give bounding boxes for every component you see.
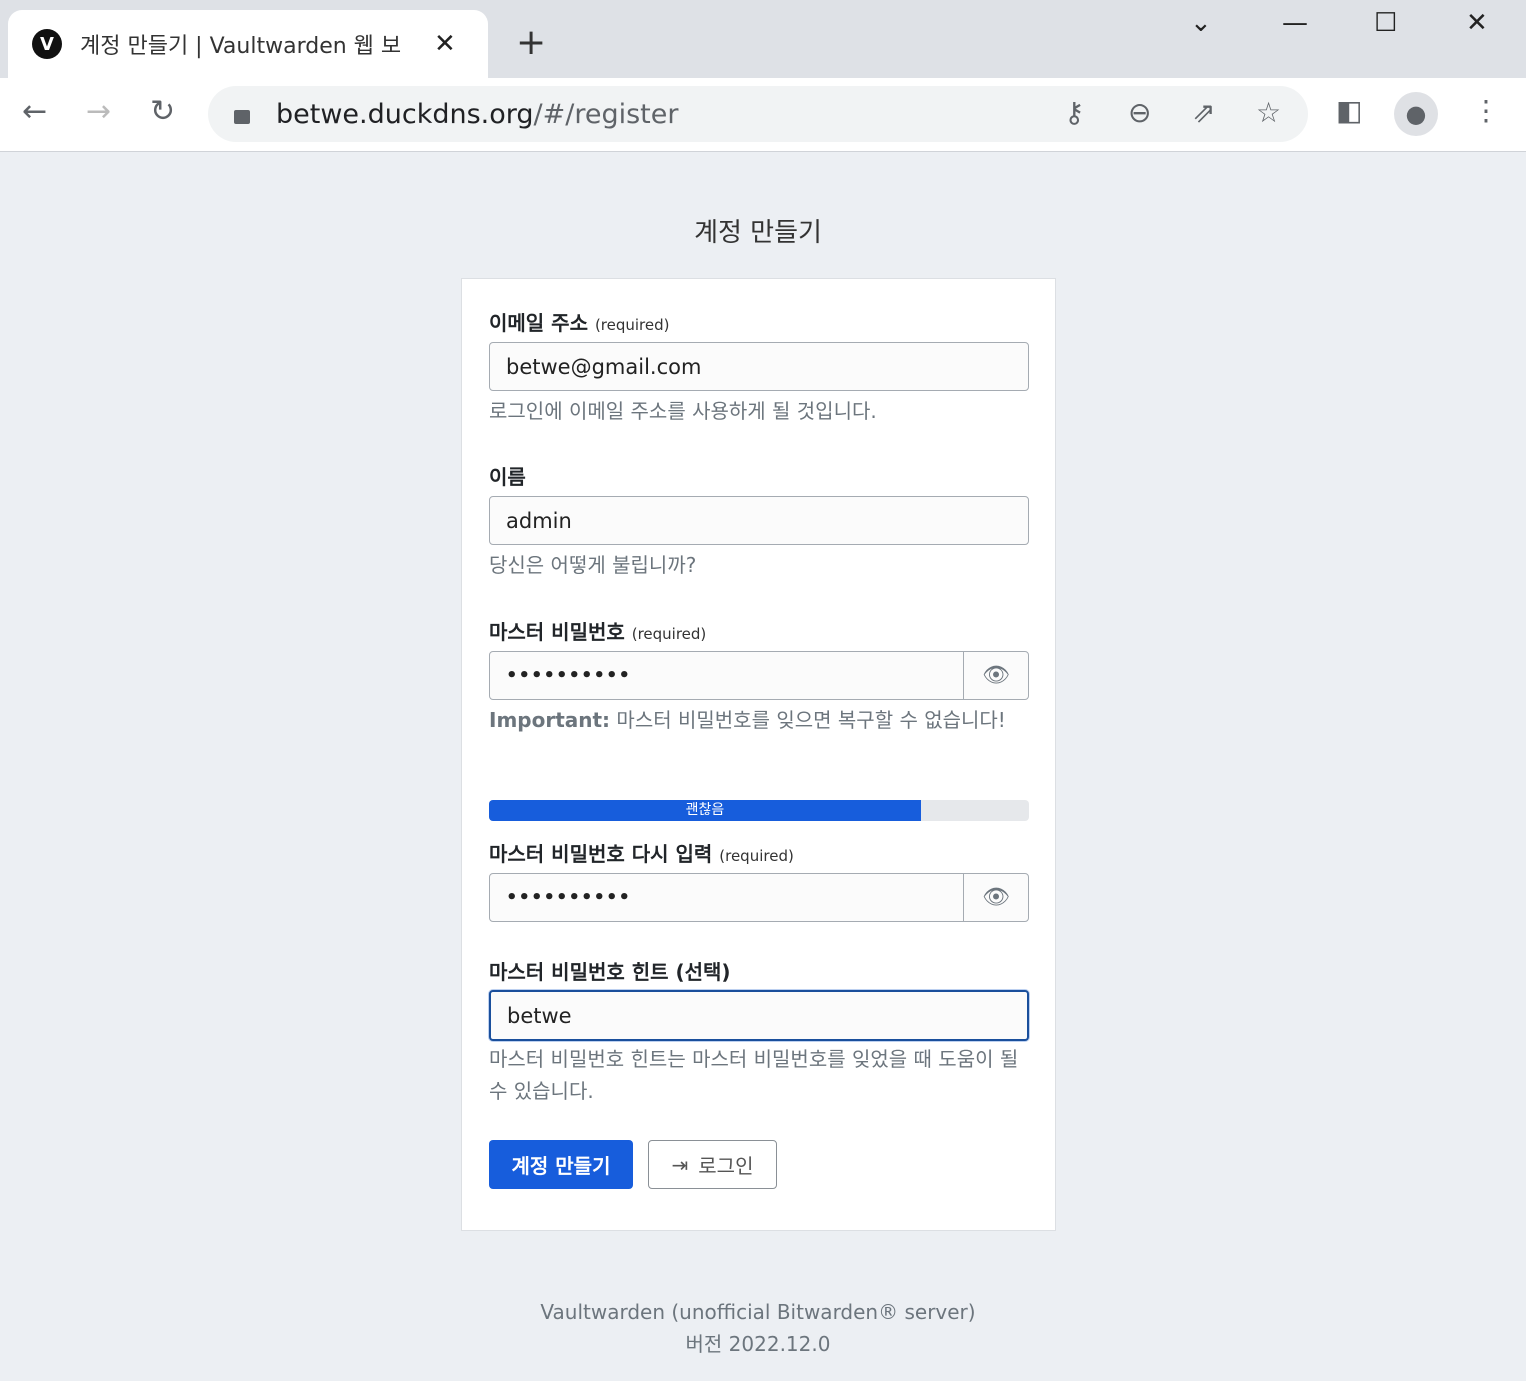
sign-in-icon: ⇥ [671, 1152, 689, 1177]
password-help: Important: 마스터 비밀번호를 잊으면 복구할 수 없습니다! [489, 708, 1006, 732]
hint-label: 마스터 비밀번호 힌트 (선택) [489, 960, 731, 984]
name-help: 당신은 어떻게 불립니까? [489, 553, 697, 577]
login-button[interactable]: ⇥ 로그인 [648, 1140, 777, 1189]
footer-version: 버전 2022.12.0 [685, 1332, 831, 1356]
address-bar[interactable]: betwe.duckdns.org/#/register ⚷ ⊖ ⇗ ☆ [208, 86, 1308, 142]
register-form: 이메일 주소 (required) betwe@gmail.com 로그인에 이… [461, 278, 1056, 1231]
create-account-button[interactable]: 계정 만들기 [489, 1140, 633, 1189]
close-tab-icon[interactable]: ✕ [434, 29, 456, 59]
tab-title: 계정 만들기 | Vaultwarden 웹 보 [80, 34, 402, 59]
password-label: 마스터 비밀번호 (required) [489, 620, 707, 644]
email-field[interactable]: betwe@gmail.com [489, 342, 1029, 391]
key-icon[interactable]: ⚷ [1064, 96, 1085, 129]
hint-help: 마스터 비밀번호 힌트는 마스터 비밀번호를 잊었을 때 도움이 될 수 있습니… [489, 1047, 1019, 1103]
bookmark-star-icon[interactable]: ☆ [1256, 96, 1281, 129]
tab-bar: V 계정 만들기 | Vaultwarden 웹 보 ✕ + ⌄ — ☐ ✕ [0, 0, 1526, 78]
name-label: 이름 [489, 465, 526, 489]
tab-search-icon[interactable]: ⌄ [1190, 8, 1212, 38]
footer-product: Vaultwarden (unofficial Bitwarden® serve… [540, 1300, 976, 1324]
email-label: 이메일 주소 (required) [489, 311, 670, 335]
lock-icon [234, 110, 250, 124]
maximize-icon[interactable]: ☐ [1374, 8, 1397, 38]
back-icon[interactable]: ← [22, 94, 47, 129]
email-help: 로그인에 이메일 주소를 사용하게 될 것입니다. [489, 399, 877, 423]
hint-field[interactable]: betwe [489, 990, 1029, 1041]
browser-tab[interactable]: V 계정 만들기 | Vaultwarden 웹 보 ✕ [8, 10, 488, 78]
password-strength-bar: 괜찮음 [489, 800, 1029, 821]
vaultwarden-favicon-icon: V [32, 29, 62, 59]
url-host: betwe.duckdns.org [276, 98, 534, 130]
minimize-icon[interactable]: — [1282, 8, 1308, 38]
menu-icon[interactable]: ⋮ [1472, 94, 1500, 127]
profile-avatar-icon[interactable]: ● [1394, 92, 1438, 136]
footer: Vaultwarden (unofficial Bitwarden® serve… [0, 1296, 1516, 1360]
url-path: /#/register [533, 98, 679, 130]
show-password-eye-icon[interactable]: 👁 [963, 652, 1028, 699]
strength-fill: 괜찮음 [489, 800, 921, 821]
page-title: 계정 만들기 [694, 218, 822, 248]
side-panel-icon[interactable]: ◧ [1336, 94, 1362, 127]
password-confirm-field[interactable]: •••••••••• 👁 [489, 873, 1029, 922]
share-icon[interactable]: ⇗ [1192, 96, 1215, 129]
password-field[interactable]: •••••••••• 👁 [489, 651, 1029, 700]
zoom-icon[interactable]: ⊖ [1128, 96, 1151, 129]
show-password-confirm-eye-icon[interactable]: 👁 [963, 874, 1028, 921]
reload-icon[interactable]: ↻ [150, 94, 175, 129]
browser-toolbar: ← → ↻ betwe.duckdns.org/#/register ⚷ ⊖ ⇗… [0, 78, 1526, 152]
close-window-icon[interactable]: ✕ [1466, 8, 1488, 38]
forward-icon[interactable]: → [86, 94, 111, 129]
new-tab-icon[interactable]: + [516, 22, 546, 63]
name-field[interactable]: admin [489, 496, 1029, 545]
password-confirm-label: 마스터 비밀번호 다시 입력 (required) [489, 842, 794, 866]
